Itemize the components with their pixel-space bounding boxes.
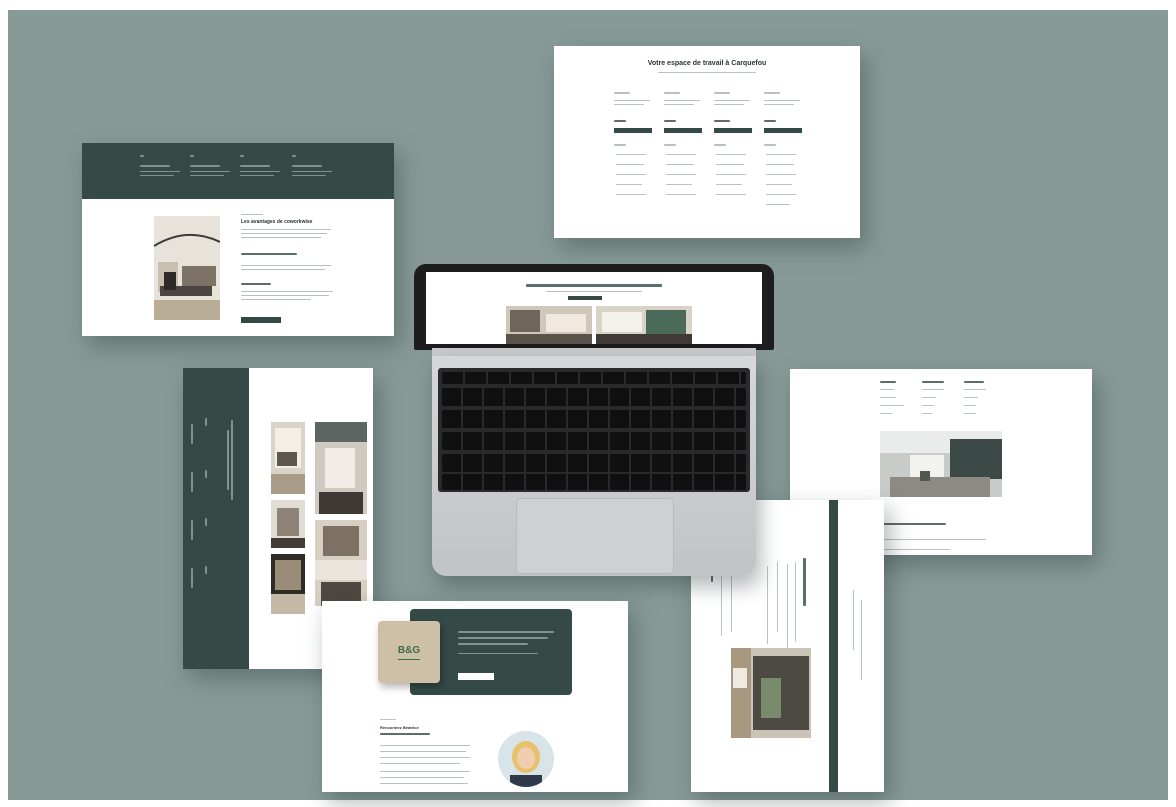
features-page-card: Les avantages de coworkwise xyxy=(82,143,394,336)
about-page-card: B&G Rencontrez Béatrice xyxy=(322,601,628,792)
mockup-image: Votre espace de travail à Carquefou Les … xyxy=(0,0,1176,807)
pricing-button-1[interactable] xyxy=(614,128,652,133)
gallery-photo-3 xyxy=(271,500,305,548)
pricing-button-4[interactable] xyxy=(764,128,802,133)
laptop-keyboard xyxy=(438,368,750,492)
gallery-photo-5 xyxy=(271,554,305,614)
laptop-base xyxy=(432,356,756,576)
desk-photo xyxy=(731,648,811,738)
features-cta-button[interactable] xyxy=(241,317,281,323)
pricing-page-card: Votre espace de travail à Carquefou xyxy=(554,46,860,238)
lounge-photo xyxy=(880,431,1002,497)
features-dark-header xyxy=(82,143,394,199)
gallery-photo-2 xyxy=(315,422,367,514)
about-heading: Rencontrez Béatrice xyxy=(380,725,419,730)
laptop-trackpad xyxy=(516,498,674,574)
laptop-screen xyxy=(426,272,762,344)
logo-badge-icon: B&G xyxy=(378,621,440,683)
gallery-photo-1 xyxy=(271,422,305,494)
avatar-icon xyxy=(498,731,554,787)
about-cta-button[interactable] xyxy=(458,673,494,680)
gallery-photo-4 xyxy=(315,520,367,606)
pricing-button-3[interactable] xyxy=(714,128,752,133)
gallery-dark-sidebar xyxy=(183,368,249,669)
laptop-lid xyxy=(414,264,774,350)
pricing-button-2[interactable] xyxy=(664,128,702,133)
logo-text: B&G xyxy=(397,645,421,656)
pricing-page-title: Votre espace de travail à Carquefou xyxy=(647,60,767,67)
office-photo xyxy=(154,216,220,320)
features-title: Les avantages de coworkwise xyxy=(241,219,313,225)
info-dark-stripe xyxy=(829,500,838,792)
